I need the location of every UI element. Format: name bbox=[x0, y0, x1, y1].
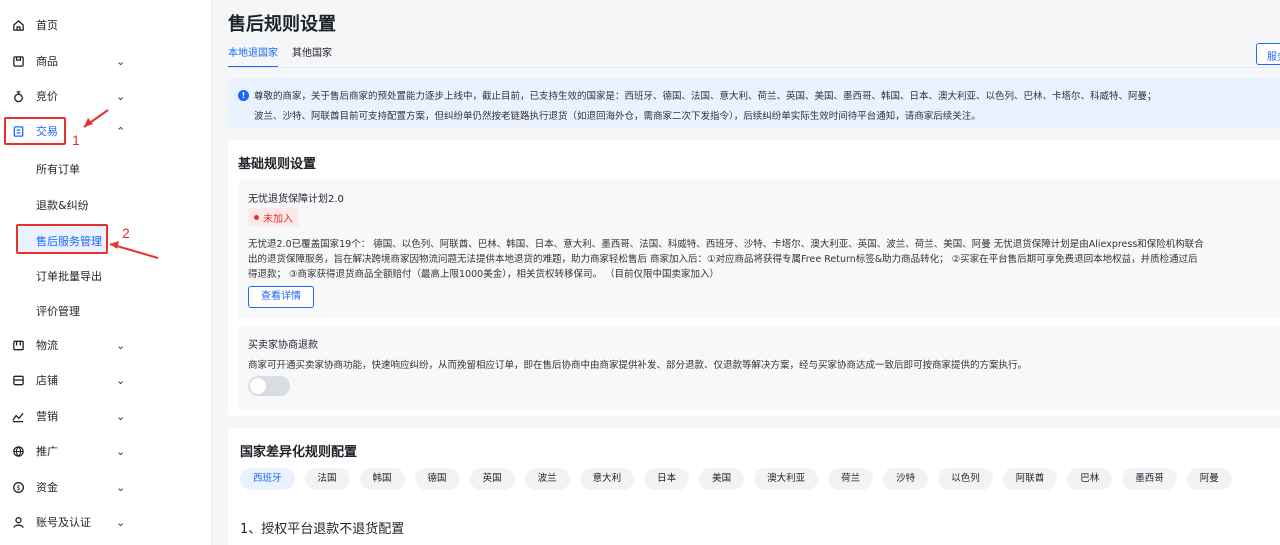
sidebar-item-label: 首页 bbox=[36, 19, 58, 32]
account-icon bbox=[11, 515, 25, 529]
return-guarantee-panel: 无忧退货保障计划2.0 未加入 无忧退2.0已覆盖国家19个： 德国、以色列、阿… bbox=[238, 180, 1280, 318]
funds-icon: $ bbox=[11, 480, 25, 494]
sidebar-item-store[interactable]: 店铺 ⌄ bbox=[0, 368, 212, 392]
trade-icon bbox=[11, 124, 25, 138]
product-icon bbox=[11, 54, 25, 68]
sidebar-item-account[interactable]: 账号及认证 ⌄ bbox=[0, 510, 212, 534]
service-button[interactable]: 服务 bbox=[1256, 43, 1280, 65]
sidebar-item-label: 账号及认证 bbox=[36, 516, 91, 529]
store-icon bbox=[11, 373, 25, 387]
sidebar-sub-export[interactable]: 订单批量导出 bbox=[36, 268, 102, 284]
chip-korea[interactable]: 韩国 bbox=[359, 468, 405, 490]
sidebar-item-label: 营销 bbox=[36, 410, 58, 423]
sidebar-sub-refund[interactable]: 退款&纠纷 bbox=[36, 197, 89, 213]
view-details-button[interactable]: 查看详情 bbox=[248, 286, 314, 308]
sidebar-item-label: 交易 bbox=[36, 125, 58, 138]
promotion-icon bbox=[11, 444, 25, 458]
country-rules-card: 国家差异化规则配置 西班牙 法国 韩国 德国 英国 波兰 意大利 日本 美国 澳… bbox=[228, 428, 1280, 545]
sidebar-item-label: 店铺 bbox=[36, 374, 58, 387]
sidebar-sub-label: 售后服务管理 bbox=[36, 235, 102, 248]
chevron-down-icon: ⌄ bbox=[116, 409, 126, 423]
chip-italy[interactable]: 意大利 bbox=[579, 468, 635, 490]
chip-australia[interactable]: 澳大利亚 bbox=[754, 468, 819, 490]
app-root: 首页 商品 ⌄ 竞价 ⌄ 交易 ⌃ 1 所有订单 退款&纠纷 售后服务管理 2 … bbox=[0, 0, 1280, 545]
annotation-number: 1 bbox=[72, 132, 80, 148]
chip-mexico[interactable]: 墨西哥 bbox=[1122, 468, 1177, 490]
section-title: 基础规则设置 bbox=[238, 157, 317, 172]
chip-spain[interactable]: 西班牙 bbox=[240, 468, 295, 490]
negotiate-toggle[interactable] bbox=[248, 376, 290, 396]
status-badge: 未加入 bbox=[248, 208, 299, 226]
sidebar-sub-after-sale[interactable]: 售后服务管理 bbox=[16, 224, 108, 254]
chevron-down-icon: ⌄ bbox=[116, 444, 126, 458]
tabs-divider bbox=[228, 67, 1280, 68]
chevron-down-icon: ⌄ bbox=[116, 480, 126, 494]
sidebar-item-logistics[interactable]: 物流 ⌄ bbox=[0, 333, 212, 357]
chip-netherlands[interactable]: 荷兰 bbox=[828, 468, 874, 490]
negotiate-refund-panel: 买卖家协商退款 商家可开通买卖家协商功能，快速响应纠纷，从而挽留相应订单，即在售… bbox=[238, 326, 1280, 410]
notice-banner: ! 尊敬的商家，关于售后商家的预处置能力逐步上线中，截止目前，已支持生效的国家是… bbox=[228, 78, 1280, 128]
logistics-icon bbox=[11, 338, 25, 352]
sidebar-item-marketing[interactable]: 营销 ⌄ bbox=[0, 404, 212, 428]
chip-oman[interactable]: 阿曼 bbox=[1186, 468, 1232, 490]
section-title: 国家差异化规则配置 bbox=[240, 445, 358, 460]
page-title: 售后规则设置 bbox=[228, 14, 336, 35]
chevron-down-icon: ⌄ bbox=[116, 515, 126, 529]
chip-saudi[interactable]: 沙特 bbox=[883, 468, 929, 490]
sidebar-item-promotion[interactable]: 推广 ⌄ bbox=[0, 439, 212, 463]
chip-bahrain[interactable]: 巴林 bbox=[1067, 468, 1113, 490]
sidebar-item-label: 资金 bbox=[36, 481, 58, 494]
sidebar-item-label: 物流 bbox=[36, 339, 58, 352]
home-icon bbox=[11, 18, 25, 32]
sidebar: 首页 商品 ⌄ 竞价 ⌄ 交易 ⌃ 1 所有订单 退款&纠纷 售后服务管理 2 … bbox=[0, 0, 212, 545]
country-tabs: 本地退国家 其他国家 bbox=[228, 44, 332, 68]
chip-uk[interactable]: 英国 bbox=[469, 468, 515, 490]
plan-description: 出的退货保障服务，旨在解决跨境商家因物流问题无法提供本地退货的难题，助力商家轻松… bbox=[248, 254, 1198, 265]
notice-line: 尊敬的商家，关于售后商家的预处置能力逐步上线中，截止目前，已支持生效的国家是：西… bbox=[254, 91, 1157, 102]
chip-japan[interactable]: 日本 bbox=[644, 468, 690, 490]
bid-icon bbox=[11, 89, 25, 103]
sidebar-item-funds[interactable]: $ 资金 ⌄ bbox=[0, 475, 212, 499]
country-chips: 西班牙 法国 韩国 德国 英国 波兰 意大利 日本 美国 澳大利亚 荷兰 沙特 … bbox=[240, 468, 1232, 490]
sidebar-item-trade[interactable]: 交易 ⌃ bbox=[0, 119, 212, 143]
sidebar-item-label: 竞价 bbox=[36, 90, 58, 103]
info-icon: ! bbox=[238, 90, 249, 101]
tab-local-return[interactable]: 本地退国家 bbox=[228, 44, 278, 68]
toggle-knob bbox=[250, 378, 266, 394]
chip-france[interactable]: 法国 bbox=[304, 468, 350, 490]
chip-usa[interactable]: 美国 bbox=[699, 468, 745, 490]
svg-text:$: $ bbox=[16, 484, 20, 492]
chevron-up-icon: ⌃ bbox=[116, 124, 126, 138]
chip-uae[interactable]: 阿联酋 bbox=[1002, 468, 1058, 490]
sidebar-item-label: 推广 bbox=[36, 445, 58, 458]
annotation-number: 2 bbox=[122, 225, 130, 241]
chip-germany[interactable]: 德国 bbox=[414, 468, 460, 490]
main-content: 售后规则设置 本地退国家 其他国家 服务 ! 尊敬的商家，关于售后商家的预处置能… bbox=[212, 0, 1280, 545]
plan-title: 无忧退货保障计划2.0 bbox=[248, 194, 344, 205]
notice-line: 波兰、沙特、阿联酋目前可支持配置方案，但纠纷单仍然按老链路执行退货（如退回海外仓… bbox=[254, 111, 981, 122]
negotiate-description: 商家可开通买卖家协商功能，快速响应纠纷，从而挽留相应订单，即在售后协商中由商家提… bbox=[248, 360, 1028, 371]
negotiate-title: 买卖家协商退款 bbox=[248, 340, 318, 351]
tab-other-countries[interactable]: 其他国家 bbox=[292, 44, 332, 68]
chevron-down-icon: ⌄ bbox=[116, 338, 126, 352]
chip-israel[interactable]: 以色列 bbox=[938, 468, 993, 490]
plan-description: 得退款； ③商家获得退货商品全额赔付（最高上限1000美金），相关货权转移保司。… bbox=[248, 269, 719, 280]
chevron-down-icon: ⌄ bbox=[116, 54, 126, 68]
basic-rules-card: 基础规则设置 无忧退货保障计划2.0 未加入 无忧退2.0已覆盖国家19个： 德… bbox=[228, 140, 1280, 416]
chip-poland[interactable]: 波兰 bbox=[524, 468, 570, 490]
chevron-down-icon: ⌄ bbox=[116, 89, 126, 103]
chevron-down-icon: ⌄ bbox=[116, 373, 126, 387]
config-subheading: 1、授权平台退款不退货配置 bbox=[240, 522, 405, 537]
sidebar-item-bid[interactable]: 竞价 ⌄ bbox=[0, 84, 212, 108]
sidebar-sub-all-orders[interactable]: 所有订单 bbox=[36, 161, 80, 177]
marketing-icon bbox=[11, 409, 25, 423]
sidebar-item-home[interactable]: 首页 bbox=[0, 13, 212, 37]
status-text: 未加入 bbox=[263, 213, 293, 225]
status-dot-icon bbox=[254, 214, 259, 220]
sidebar-item-label: 商品 bbox=[36, 55, 58, 68]
sidebar-sub-reviews[interactable]: 评价管理 bbox=[36, 303, 80, 319]
plan-description: 无忧退2.0已覆盖国家19个： 德国、以色列、阿联酋、巴林、韩国、日本、意大利、… bbox=[248, 239, 1204, 250]
sidebar-item-product[interactable]: 商品 ⌄ bbox=[0, 49, 212, 73]
